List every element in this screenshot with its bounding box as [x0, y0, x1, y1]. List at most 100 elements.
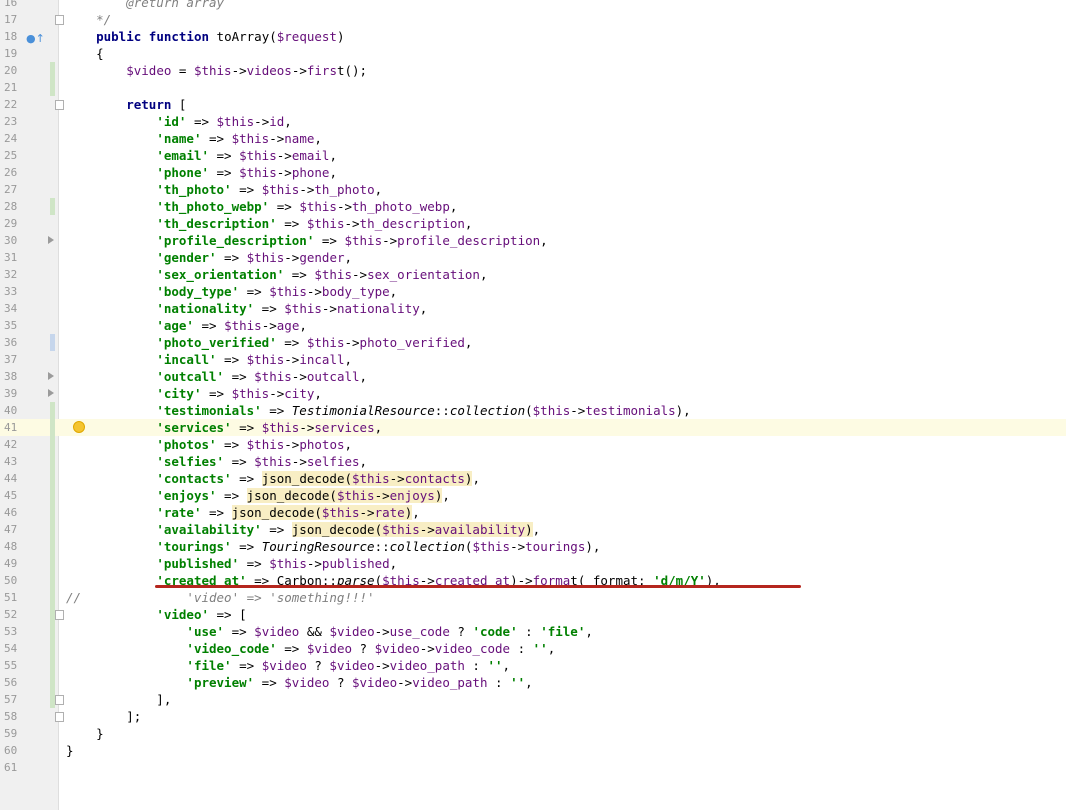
code-line-54[interactable]: 54 'video_code' => $video ? $video->vide… [0, 640, 1066, 657]
code-text[interactable]: 'body_type' => $this->body_type, [66, 283, 397, 300]
code-text[interactable]: 'video_code' => $video ? $video->video_c… [66, 640, 555, 657]
fold-toggle-icon[interactable] [55, 100, 64, 110]
change-marker[interactable] [50, 334, 55, 351]
fold-toggle-icon[interactable] [55, 695, 64, 705]
change-marker[interactable] [50, 623, 55, 640]
code-line-60[interactable]: 60} [0, 742, 1066, 759]
code-line-47[interactable]: 47 'availability' => json_decode($this->… [0, 521, 1066, 538]
code-line-55[interactable]: 55 'file' => $video ? $video->video_path… [0, 657, 1066, 674]
change-marker[interactable] [50, 402, 55, 419]
code-line-19[interactable]: 19 { [0, 45, 1066, 62]
code-text[interactable]: 'th_photo' => $this->th_photo, [66, 181, 382, 198]
code-text[interactable]: 'file' => $video ? $video->video_path : … [66, 657, 510, 674]
code-text[interactable]: 'email' => $this->email, [66, 147, 337, 164]
code-line-44[interactable]: 44 'contacts' => json_decode($this->cont… [0, 470, 1066, 487]
code-line-39[interactable]: 39 'city' => $this->city, [0, 385, 1066, 402]
code-line-53[interactable]: 53 'use' => $video && $video->use_code ?… [0, 623, 1066, 640]
change-marker[interactable] [50, 640, 55, 657]
fold-toggle-icon[interactable] [55, 712, 64, 722]
change-marker[interactable] [50, 62, 55, 79]
code-text[interactable]: 'outcall' => $this->outcall, [66, 368, 367, 385]
code-line-24[interactable]: 24 'name' => $this->name, [0, 130, 1066, 147]
code-text[interactable]: 'services' => $this->services, [66, 419, 382, 436]
change-marker[interactable] [50, 419, 55, 436]
code-line-18[interactable]: 18 ●↑ public function toArray($request) [0, 28, 1066, 45]
code-text[interactable]: // 'video' => 'something!!!' [66, 589, 375, 606]
code-text[interactable]: 'tourings' => TouringResource::collectio… [66, 538, 600, 555]
code-line-56[interactable]: 56 'preview' => $video ? $video->video_p… [0, 674, 1066, 691]
code-text[interactable]: 'preview' => $video ? $video->video_path… [66, 674, 532, 691]
code-line-40[interactable]: 40 'testimonials' => TestimonialResource… [0, 402, 1066, 419]
code-text[interactable]: 'photos' => $this->photos, [66, 436, 352, 453]
code-line-38[interactable]: 38 'outcall' => $this->outcall, [0, 368, 1066, 385]
collapse-arrow-icon[interactable] [48, 372, 54, 380]
code-text[interactable]: 'name' => $this->name, [66, 130, 322, 147]
code-text[interactable]: 'sex_orientation' => $this->sex_orientat… [66, 266, 487, 283]
code-line-42[interactable]: 42 'photos' => $this->photos, [0, 436, 1066, 453]
code-text[interactable]: 'availability' => json_decode($this->ava… [66, 521, 540, 538]
code-text[interactable]: 'rate' => json_decode($this->rate), [66, 504, 420, 521]
code-line-43[interactable]: 43 'selfies' => $this->selfies, [0, 453, 1066, 470]
code-line-37[interactable]: 37 'incall' => $this->incall, [0, 351, 1066, 368]
override-method-icon[interactable]: ●↑ [26, 30, 45, 45]
code-line-34[interactable]: 34 'nationality' => $this->nationality, [0, 300, 1066, 317]
code-line-28[interactable]: 28 'th_photo_webp' => $this->th_photo_we… [0, 198, 1066, 215]
code-line-48[interactable]: 48 'tourings' => TouringResource::collec… [0, 538, 1066, 555]
code-line-27[interactable]: 27 'th_photo' => $this->th_photo, [0, 181, 1066, 198]
code-text[interactable]: */ [66, 11, 111, 28]
code-line-41[interactable]: 41 'services' => $this->services, [0, 419, 1066, 436]
code-editor[interactable]: 16 @return array 17 */18 ●↑ public functio… [0, 0, 1066, 810]
code-text[interactable]: 'photo_verified' => $this->photo_verifie… [66, 334, 472, 351]
change-marker[interactable] [50, 657, 55, 674]
change-marker[interactable] [50, 589, 55, 606]
code-line-35[interactable]: 35 'age' => $this->age, [0, 317, 1066, 334]
code-text[interactable]: 'th_description' => $this->th_descriptio… [66, 215, 472, 232]
code-text[interactable]: 'enjoys' => json_decode($this->enjoys), [66, 487, 450, 504]
code-text[interactable]: ]; [66, 708, 141, 725]
collapse-arrow-icon[interactable] [48, 389, 54, 397]
code-line-51[interactable]: 51 // 'video' => 'something!!!' [0, 589, 1066, 606]
fold-toggle-icon[interactable] [55, 15, 64, 25]
code-line-30[interactable]: 30 'profile_description' => $this->profi… [0, 232, 1066, 249]
code-line-46[interactable]: 46 'rate' => json_decode($this->rate), [0, 504, 1066, 521]
code-text[interactable]: 'testimonials' => TestimonialResource::c… [66, 402, 690, 419]
code-text[interactable]: 'nationality' => $this->nationality, [66, 300, 427, 317]
code-line-61[interactable]: 61 [0, 759, 1066, 776]
change-marker[interactable] [50, 538, 55, 555]
code-line-22[interactable]: 22 return [ [0, 96, 1066, 113]
code-line-20[interactable]: 20 $video = $this->videos->first(); [0, 62, 1066, 79]
change-marker[interactable] [50, 79, 55, 96]
code-line-45[interactable]: 45 'enjoys' => json_decode($this->enjoys… [0, 487, 1066, 504]
code-line-17[interactable]: 17 */ [0, 11, 1066, 28]
code-line-16[interactable]: 16 @return array [0, 0, 1066, 11]
code-line-25[interactable]: 25 'email' => $this->email, [0, 147, 1066, 164]
change-marker[interactable] [50, 555, 55, 572]
fold-toggle-icon[interactable] [55, 610, 64, 620]
code-text[interactable]: 'th_photo_webp' => $this->th_photo_webp, [66, 198, 457, 215]
code-text[interactable]: return [ [66, 96, 186, 113]
code-text[interactable]: 'incall' => $this->incall, [66, 351, 352, 368]
code-line-21[interactable]: 21 [0, 79, 1066, 96]
code-line-49[interactable]: 49 'published' => $this->published, [0, 555, 1066, 572]
code-line-31[interactable]: 31 'gender' => $this->gender, [0, 249, 1066, 266]
change-marker[interactable] [50, 487, 55, 504]
change-marker[interactable] [50, 436, 55, 453]
code-line-29[interactable]: 29 'th_description' => $this->th_descrip… [0, 215, 1066, 232]
code-line-23[interactable]: 23 'id' => $this->id, [0, 113, 1066, 130]
code-line-32[interactable]: 32 'sex_orientation' => $this->sex_orien… [0, 266, 1066, 283]
code-text[interactable]: 'use' => $video && $video->use_code ? 'c… [66, 623, 592, 640]
code-text[interactable]: 'video' => [ [66, 606, 246, 623]
code-text[interactable]: 'city' => $this->city, [66, 385, 322, 402]
change-marker[interactable] [50, 674, 55, 691]
change-marker[interactable] [50, 470, 55, 487]
code-text[interactable]: } [66, 725, 104, 742]
change-marker[interactable] [50, 504, 55, 521]
code-text[interactable]: $video = $this->videos->first(); [66, 62, 367, 79]
code-line-58[interactable]: 58 ]; [0, 708, 1066, 725]
code-text[interactable]: ], [66, 691, 171, 708]
code-line-33[interactable]: 33 'body_type' => $this->body_type, [0, 283, 1066, 300]
code-text[interactable]: 'id' => $this->id, [66, 113, 292, 130]
code-line-59[interactable]: 59 } [0, 725, 1066, 742]
code-text[interactable]: 'phone' => $this->phone, [66, 164, 337, 181]
code-text[interactable]: { [66, 45, 104, 62]
